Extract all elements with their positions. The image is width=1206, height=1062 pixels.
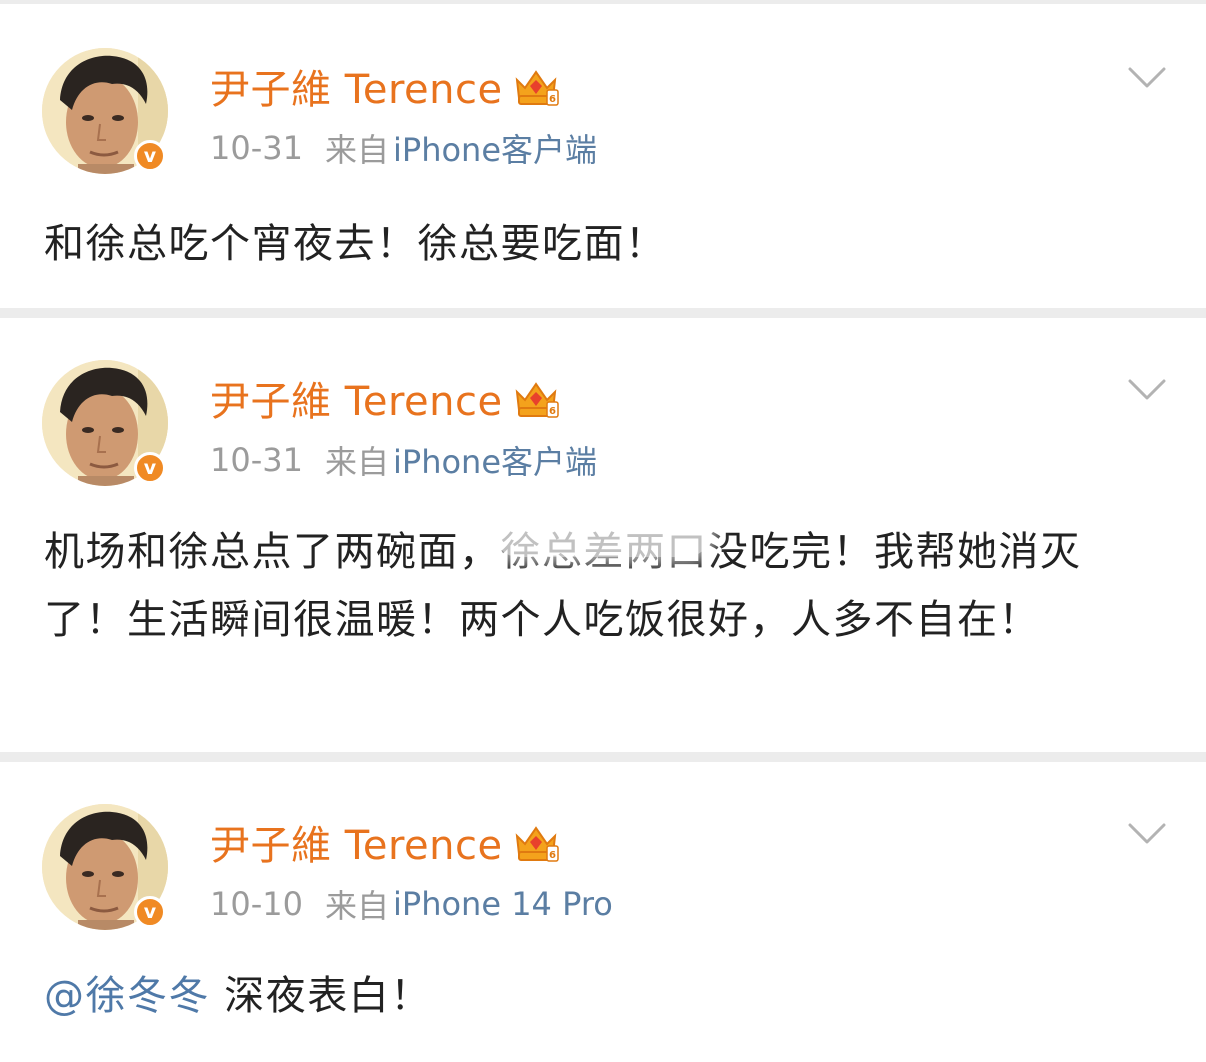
user-mention-link[interactable]: @徐冬冬 <box>44 973 210 1019</box>
author-name[interactable]: 尹子維 Terence <box>210 57 503 115</box>
svg-text:6: 6 <box>549 406 556 417</box>
post-card[interactable]: v 尹子維 Terence 6 10-10 来自 iPhone 14 Pro @… <box>0 762 1206 1062</box>
chevron-down-icon[interactable] <box>1128 822 1166 846</box>
crown-badge-icon[interactable]: 6 <box>513 376 559 420</box>
device-link[interactable]: iPhone 14 Pro <box>393 885 613 923</box>
author-name[interactable]: 尹子維 Terence <box>210 369 503 427</box>
verified-badge-icon: v <box>134 140 166 172</box>
verified-badge-icon: v <box>134 452 166 484</box>
crown-badge-icon[interactable]: 6 <box>513 820 559 864</box>
avatar[interactable]: v <box>42 804 168 930</box>
source-label: 来自 <box>324 887 389 925</box>
post-text: @徐冬冬 深夜表白！ <box>44 962 1154 1030</box>
crown-badge-icon[interactable]: 6 <box>513 64 559 108</box>
post-text-content: 深夜表白！ <box>210 973 432 1019</box>
post-date: 10-31 <box>210 129 303 167</box>
chevron-down-icon[interactable] <box>1128 378 1166 402</box>
chevron-down-icon[interactable] <box>1128 66 1166 90</box>
device-link[interactable]: iPhone客户端 <box>393 437 597 483</box>
source-label: 来自 <box>324 131 389 169</box>
author-name[interactable]: 尹子維 Terence <box>210 813 503 871</box>
post-card[interactable]: v 尹子維 Terence 6 10-31 来自 iPhone客户端 机场和徐总… <box>0 318 1206 752</box>
weibo-feed: v 尹子維 Terence 6 10-31 来自 iPhone客户端 和徐总吃个… <box>0 0 1206 1062</box>
svg-text:6: 6 <box>549 94 556 105</box>
svg-text:6: 6 <box>549 850 556 861</box>
post-text: 和徐总吃个宵夜去！徐总要吃面！ <box>44 221 667 267</box>
post-date: 10-10 <box>210 885 303 923</box>
watermark-blur <box>495 511 710 557</box>
avatar[interactable]: v <box>42 48 168 174</box>
post-card[interactable]: v 尹子維 Terence 6 10-31 来自 iPhone客户端 和徐总吃个… <box>0 4 1206 308</box>
verified-badge-icon: v <box>134 896 166 928</box>
avatar[interactable]: v <box>42 360 168 486</box>
device-link[interactable]: iPhone客户端 <box>393 125 597 171</box>
post-date: 10-31 <box>210 441 303 479</box>
source-label: 来自 <box>324 443 389 481</box>
